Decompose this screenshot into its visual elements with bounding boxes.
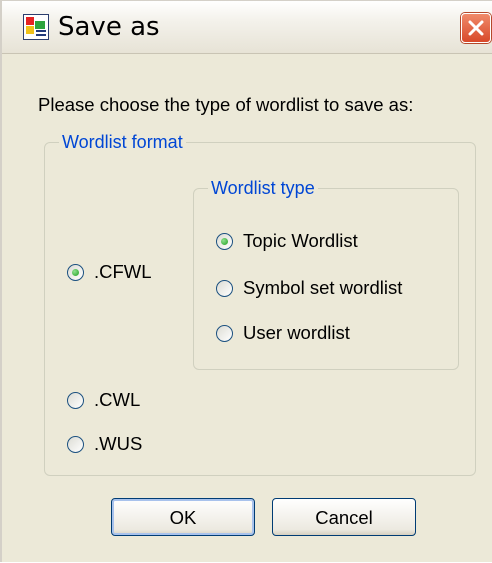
save-as-dialog: Save as Please choose the type of wordli… — [0, 0, 492, 562]
radio-topic-wordlist[interactable]: Topic Wordlist — [216, 230, 358, 252]
radio-indicator[interactable] — [216, 279, 233, 297]
radio-symbol-set-wordlist[interactable]: Symbol set wordlist — [216, 277, 402, 299]
radio-user-wordlist[interactable]: User wordlist — [216, 322, 350, 344]
radio-selected-indicator[interactable] — [67, 263, 84, 281]
close-icon — [468, 20, 484, 36]
radio-user-wordlist-label: User wordlist — [243, 322, 350, 343]
radio-selected-indicator[interactable] — [216, 232, 233, 250]
radio-topic-wordlist-label: Topic Wordlist — [243, 230, 358, 251]
instruction-text: Please choose the type of wordlist to sa… — [38, 94, 414, 115]
radio-cfwl-label: .CFWL — [94, 261, 152, 282]
radio-symbol-set-wordlist-label: Symbol set wordlist — [243, 277, 403, 298]
window-title: Save as — [58, 12, 160, 42]
radio-wus[interactable]: .WUS — [67, 433, 142, 455]
wordlist-app-icon — [23, 14, 49, 40]
wordlist-format-legend: Wordlist format — [62, 132, 183, 152]
radio-cwl[interactable]: .CWL — [67, 389, 140, 411]
close-button[interactable] — [461, 13, 491, 43]
radio-wus-label: .WUS — [94, 433, 143, 454]
radio-cfwl[interactable]: .CFWL — [67, 261, 152, 283]
radio-cwl-label: .CWL — [94, 389, 141, 410]
wordlist-type-legend: Wordlist type — [211, 178, 315, 198]
radio-indicator[interactable] — [67, 435, 84, 453]
radio-indicator[interactable] — [67, 391, 84, 409]
radio-indicator[interactable] — [216, 324, 233, 342]
ok-button[interactable]: OK — [111, 498, 255, 536]
cancel-button[interactable]: Cancel — [272, 498, 416, 536]
title-bar[interactable]: Save as — [2, 1, 492, 54]
